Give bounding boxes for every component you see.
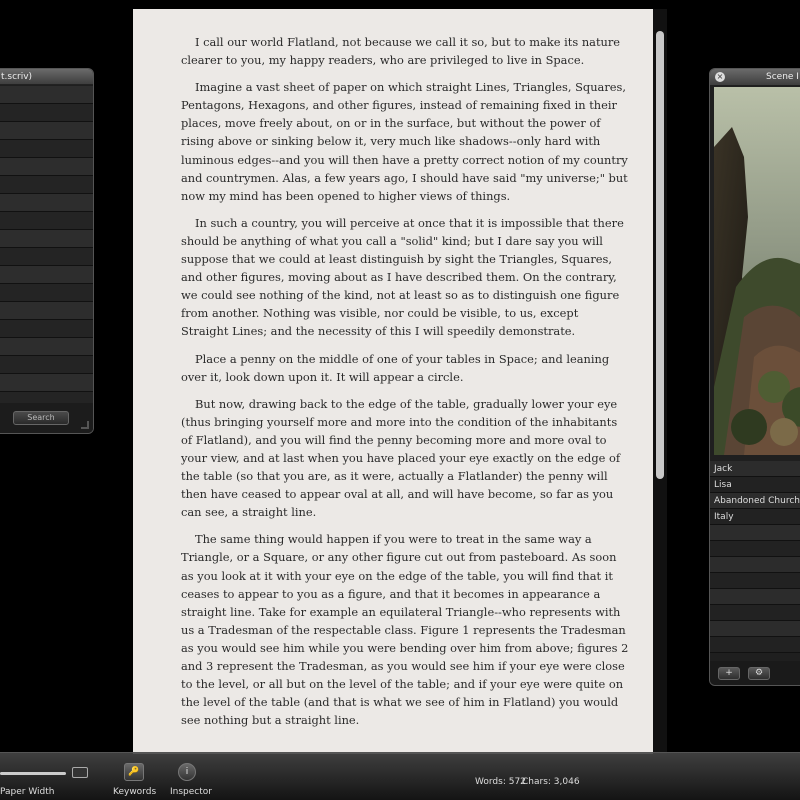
gear-button[interactable]: ⚙ (748, 667, 770, 680)
document-text[interactable]: I call our world Flatland, not because w… (133, 9, 653, 729)
scrollbar-thumb[interactable] (656, 31, 664, 479)
scene-panel-titlebar: × Scene I (710, 69, 800, 85)
keywords-label[interactable]: Keywords (113, 787, 156, 797)
scene-metadata-item[interactable] (710, 637, 800, 653)
binder-row[interactable] (0, 302, 93, 320)
paper-width-icon[interactable] (72, 767, 88, 778)
binder-row[interactable] (0, 194, 93, 212)
scene-metadata-item[interactable] (710, 621, 800, 637)
resize-grip-icon[interactable] (81, 421, 89, 429)
document-paragraph[interactable]: Place a penny on the middle of one of yo… (181, 350, 629, 386)
binder-row[interactable] (0, 158, 93, 176)
scene-metadata-item[interactable] (710, 541, 800, 557)
document-paragraph[interactable]: But now, drawing back to the edge of the… (181, 395, 629, 522)
binder-row[interactable] (0, 374, 93, 392)
binder-row[interactable] (0, 176, 93, 194)
binder-row[interactable] (0, 122, 93, 140)
paper-width-label: Paper Width (0, 787, 55, 797)
scene-panel: × Scene I Jack Lisa Abandoned Church Ita… (709, 68, 800, 686)
document-scrollbar[interactable] (653, 9, 667, 754)
binder-row[interactable] (0, 248, 93, 266)
scene-metadata-item[interactable]: Italy (710, 509, 800, 525)
scene-metadata-item[interactable]: Abandoned Church (710, 493, 800, 509)
scene-metadata-item[interactable] (710, 573, 800, 589)
document-paragraph[interactable]: Imagine a vast sheet of paper on which s… (181, 78, 629, 205)
scene-metadata-item[interactable]: Lisa (710, 477, 800, 493)
scene-metadata-item[interactable] (710, 557, 800, 573)
scene-image (714, 87, 800, 455)
binder-row[interactable] (0, 230, 93, 248)
document-paragraph[interactable]: The same thing would happen if you were … (181, 530, 629, 729)
document-paragraph[interactable]: In such a country, you will perceive at … (181, 214, 629, 341)
bottom-toolbar: Paper Width 🔑 Keywords i Inspector Words… (0, 752, 800, 800)
inspector-icon[interactable]: i (178, 763, 196, 781)
word-count: Words: 572 (475, 777, 526, 787)
close-icon[interactable]: × (715, 72, 725, 82)
keywords-icon[interactable]: 🔑 (124, 763, 144, 781)
binder-list (0, 86, 93, 433)
document-page[interactable]: I call our world Flatland, not because w… (133, 9, 653, 754)
binder-row[interactable] (0, 284, 93, 302)
binder-row[interactable] (0, 212, 93, 230)
binder-row[interactable] (0, 320, 93, 338)
scene-metadata-item[interactable] (710, 525, 800, 541)
binder-row[interactable] (0, 104, 93, 122)
scene-metadata-item[interactable]: Jack (710, 461, 800, 477)
binder-row[interactable] (0, 140, 93, 158)
scene-panel-footer: + ⚙ (710, 661, 800, 685)
binder-panel-title: t.scriv) (0, 69, 93, 85)
document-paragraph[interactable]: I call our world Flatland, not because w… (181, 33, 629, 69)
scene-metadata-list: Jack Lisa Abandoned Church Italy (710, 461, 800, 653)
add-button[interactable]: + (718, 667, 740, 680)
scene-metadata-item[interactable] (710, 605, 800, 621)
scene-panel-title: Scene I (766, 72, 799, 82)
inspector-label[interactable]: Inspector (170, 787, 212, 797)
binder-row[interactable] (0, 356, 93, 374)
paper-width-slider[interactable] (0, 772, 66, 775)
scene-metadata-item[interactable] (710, 589, 800, 605)
char-count: Chars: 3,046 (522, 777, 580, 787)
binder-row[interactable] (0, 266, 93, 284)
binder-row[interactable] (0, 338, 93, 356)
binder-panel: t.scriv) Search (0, 68, 94, 434)
binder-footer: Search (0, 403, 93, 433)
binder-row[interactable] (0, 86, 93, 104)
search-button[interactable]: Search (13, 411, 69, 425)
